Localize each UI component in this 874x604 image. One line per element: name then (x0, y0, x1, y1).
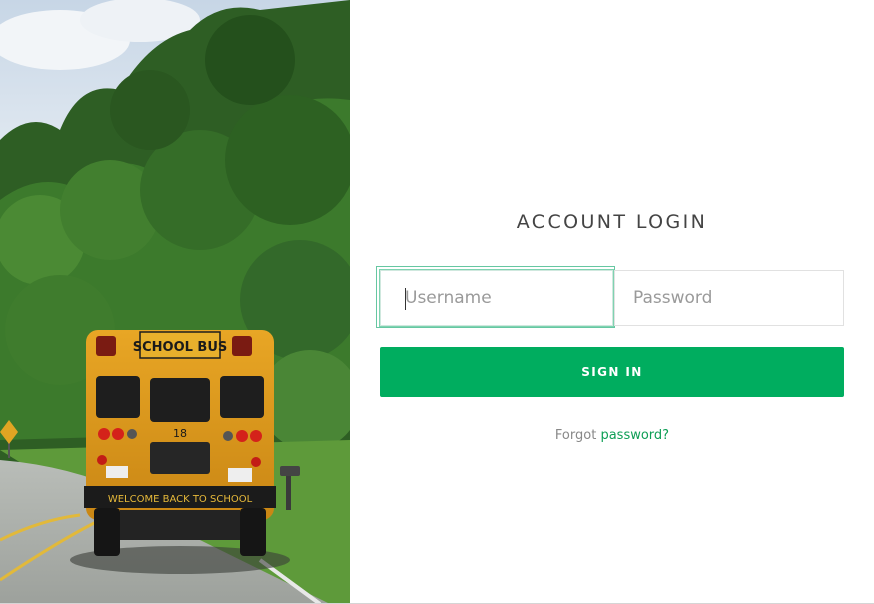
forgot-password-row: Forgot password? (350, 428, 874, 443)
bus-sign-text: SCHOOL BUS (133, 340, 228, 355)
page-title: ACCOUNT LOGIN (516, 211, 708, 233)
hero-image: SCHOOL BUS 18 WELCOME BACK TO SCHOOL (0, 0, 350, 604)
sign-in-button[interactable]: SIGN IN (380, 347, 844, 397)
forgot-prefix: Forgot (554, 428, 597, 443)
login-panel: ACCOUNT LOGIN SIGN IN Forgot password? (350, 0, 874, 604)
bus-bumper-text: WELCOME BACK TO SCHOOL (108, 494, 253, 505)
text-caret (405, 288, 406, 310)
password-input[interactable] (614, 270, 844, 326)
bus-number: 18 (173, 427, 187, 440)
forgot-password-link[interactable]: password? (600, 428, 669, 443)
username-input[interactable] (380, 270, 613, 326)
school-bus-photo: SCHOOL BUS 18 WELCOME BACK TO SCHOOL (0, 0, 350, 604)
